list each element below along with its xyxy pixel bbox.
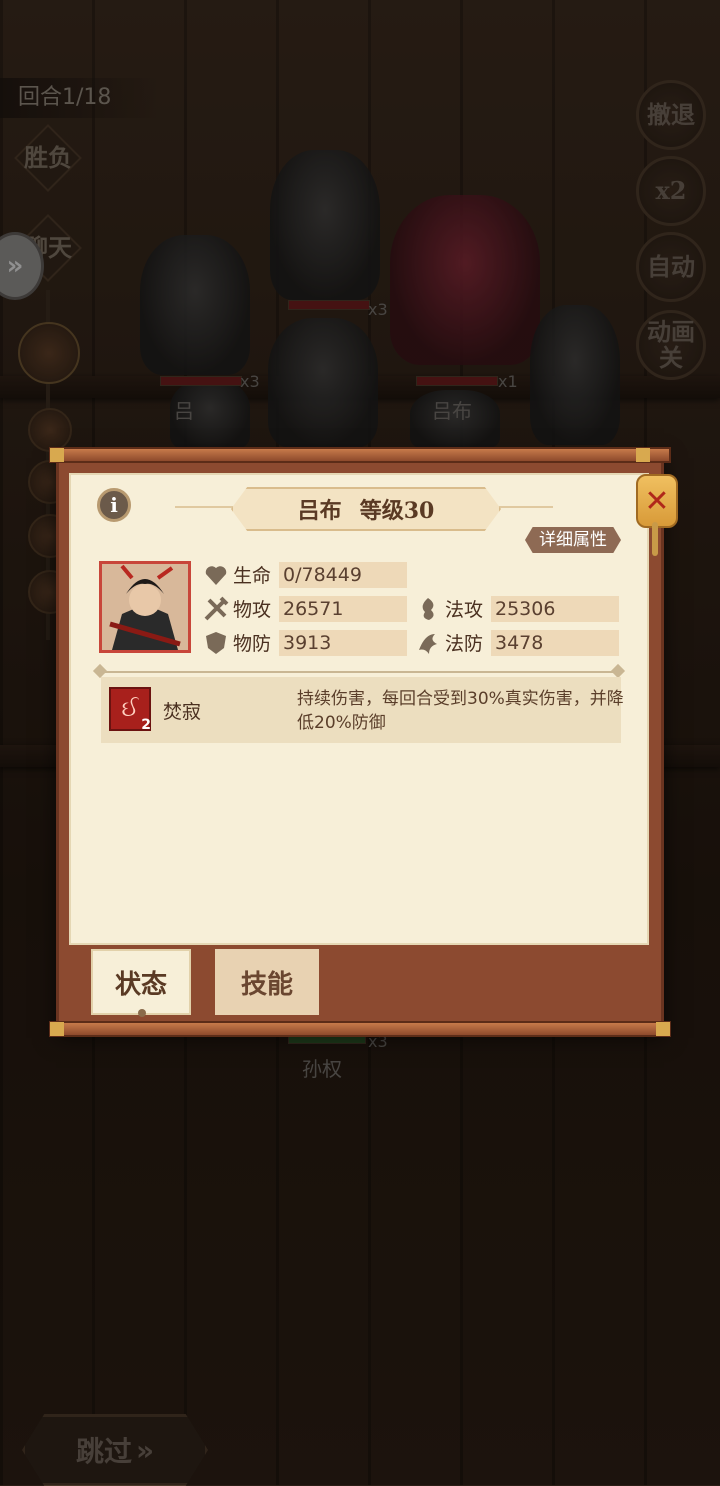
panel-corner-ornament (656, 1022, 670, 1036)
panel-corner-ornament (50, 448, 64, 462)
stat-value: 26571 (279, 595, 407, 622)
tab-status[interactable]: 状态 (91, 949, 191, 1017)
detailed-attributes-button[interactable]: 详细属性 (525, 527, 621, 553)
status-description: 持续伤害，每回合受到30%真实伤害，并降低20%防御 (297, 689, 624, 733)
burning-status-icon: ઈ 2 (109, 687, 151, 733)
stat-physical-defense: 物防 3913 (203, 629, 407, 656)
panel-top-rail (49, 447, 671, 463)
physical-attack-icon (203, 596, 229, 622)
stat-magic-attack: 法攻 25306 (415, 595, 619, 622)
panel-content: i 吕布 等级30 详细属性 生命 0/78449 物攻 26571 法攻 25… (69, 473, 649, 945)
stat-magic-defense: 法防 3478 (415, 629, 619, 656)
panel-corner-ornament (636, 448, 650, 462)
close-icon: ✕ (644, 483, 670, 519)
unit-title-banner: 吕布 等级30 (231, 487, 501, 531)
stat-value: 3478 (491, 629, 619, 656)
close-tassel (652, 522, 658, 556)
close-button[interactable]: ✕ (636, 474, 678, 528)
title-line-right (493, 506, 553, 508)
info-icon[interactable]: i (97, 488, 131, 522)
stat-value: 25306 (491, 595, 619, 622)
unit-level: 等级30 (359, 498, 435, 524)
unit-info-panel: i 吕布 等级30 详细属性 生命 0/78449 物攻 26571 法攻 25… (49, 447, 671, 1037)
stat-value: 0/78449 (279, 561, 407, 588)
title-line-left (175, 506, 235, 508)
magic-attack-icon (415, 596, 441, 622)
section-divider (101, 671, 617, 673)
panel-bottom-rail (49, 1021, 671, 1037)
tab-skills[interactable]: 技能 (215, 949, 319, 1015)
unit-portrait (99, 561, 191, 653)
status-name: 焚寂 (163, 701, 202, 723)
physical-defense-icon (203, 630, 229, 656)
stat-physical-attack: 物攻 26571 (203, 595, 407, 622)
panel-corner-ornament (50, 1022, 64, 1036)
unit-name: 吕布 (297, 498, 342, 524)
stat-hp: 生命 0/78449 (203, 561, 407, 588)
magic-defense-icon (415, 630, 441, 656)
stat-value: 3913 (279, 629, 407, 656)
status-effect-row[interactable]: ઈ 2 焚寂 持续伤害，每回合受到30%真实伤害，并降低20%防御 (101, 677, 624, 743)
status-stack-count: 2 (141, 717, 151, 733)
heart-icon (203, 562, 229, 588)
